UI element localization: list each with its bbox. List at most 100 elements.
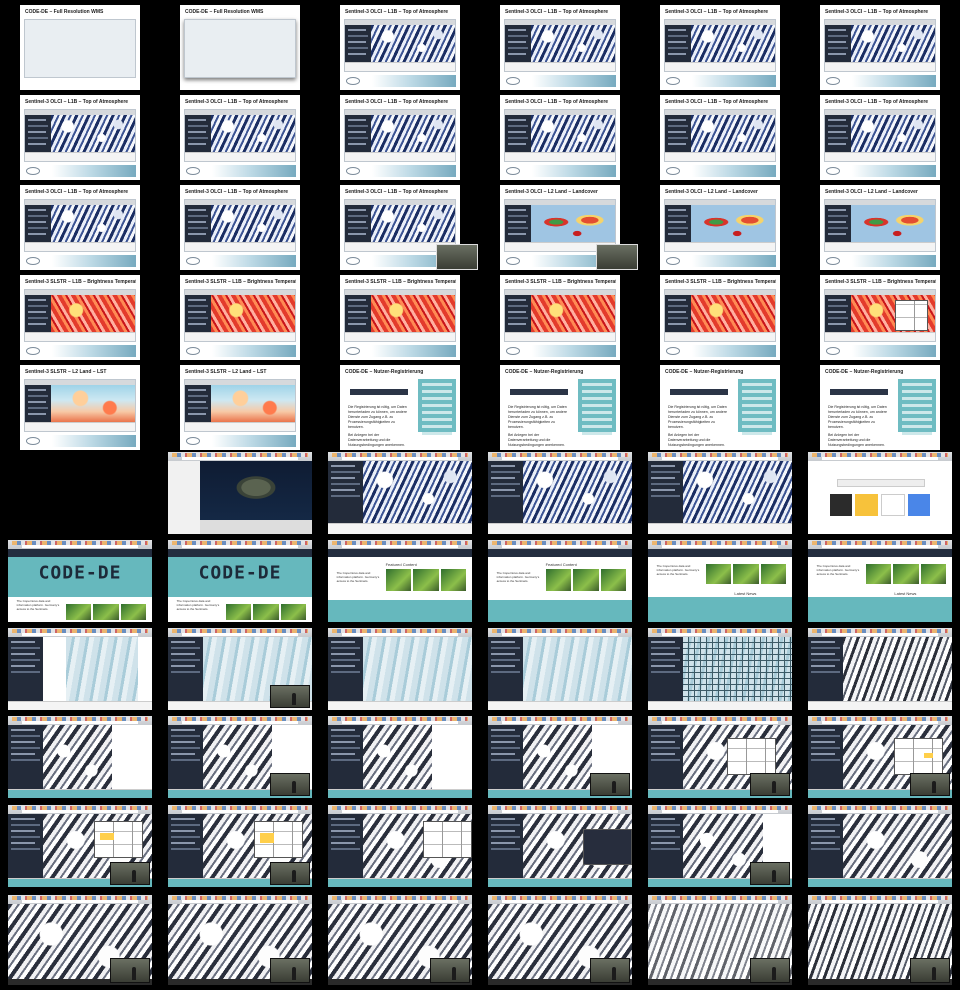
registration-paragraph: Bei Anlegen bei der Datenverarbeitung un… [348, 433, 405, 447]
url-bar[interactable] [822, 810, 938, 813]
featured-thumbnail[interactable] [573, 569, 599, 592]
presenter-video [909, 957, 950, 983]
code-de-logo-icon [506, 167, 520, 175]
url-bar[interactable] [502, 900, 618, 903]
featured-thumbnail[interactable] [280, 603, 307, 620]
featured-thumbnail[interactable] [893, 563, 919, 585]
map-screenshot [184, 19, 296, 78]
url-bar[interactable] [182, 457, 298, 460]
slide-title: Sentinel-3 OLCI – L2 Land – Landcover [505, 189, 598, 195]
featured-thumbnail[interactable] [65, 603, 92, 620]
slide-title: Sentinel-3 OLCI – L1B – Top of Atmospher… [345, 99, 449, 105]
featured-thumbnail[interactable] [705, 563, 732, 585]
url-bar[interactable] [342, 721, 458, 724]
url-bar[interactable] [822, 721, 938, 724]
url-bar[interactable] [342, 545, 458, 548]
product-dialog[interactable] [423, 821, 472, 858]
presenter-video [749, 773, 790, 796]
portal-navbar [488, 549, 632, 557]
slide-title: Sentinel-3 OLCI – L1B – Top of Atmospher… [185, 99, 289, 105]
url-bar[interactable] [822, 900, 938, 903]
url-bar[interactable] [182, 633, 298, 636]
featured-thumbnail[interactable] [253, 603, 279, 620]
slide-13: Sentinel-3 OLCI – L1B – Top of Atmospher… [20, 185, 140, 270]
url-bar[interactable] [502, 810, 618, 813]
url-bar[interactable] [662, 900, 778, 903]
url-bar[interactable] [662, 721, 778, 724]
browser-window [328, 895, 472, 985]
url-bar[interactable] [342, 810, 458, 813]
browser-window [648, 452, 792, 534]
code-de-logo-icon [506, 347, 520, 355]
code-de-logo-icon [666, 167, 680, 175]
url-bar[interactable] [342, 900, 458, 903]
product-dialog[interactable] [894, 738, 944, 775]
url-bar[interactable] [822, 545, 938, 548]
url-bar[interactable] [662, 545, 778, 548]
map-screenshot [664, 199, 776, 252]
slide-24: Sentinel-3 SLSTR – L1B – Brightness Temp… [820, 275, 940, 360]
url-bar[interactable] [342, 457, 458, 460]
slide-title: Sentinel-3 OLCI – L1B – Top of Atmospher… [345, 189, 449, 195]
speed-dial-tile[interactable] [855, 493, 878, 516]
featured-thumbnail[interactable] [733, 563, 759, 585]
featured-thumbnail[interactable] [440, 569, 467, 592]
speed-dial-tile[interactable] [880, 493, 905, 516]
url-bar[interactable] [822, 633, 938, 636]
url-bar[interactable] [182, 545, 298, 548]
featured-thumbnail[interactable] [93, 603, 119, 620]
featured-thumbnail[interactable] [760, 563, 787, 585]
url-bar[interactable] [502, 457, 618, 460]
url-bar[interactable] [502, 633, 618, 636]
featured-thumbnail[interactable] [225, 603, 252, 620]
speed-dial-tile[interactable] [907, 493, 931, 516]
url-bar[interactable] [502, 721, 618, 724]
file-browser-panel[interactable] [168, 461, 201, 534]
url-bar[interactable] [22, 900, 138, 903]
url-bar[interactable] [22, 810, 138, 813]
portal-navbar [168, 549, 312, 557]
search-input[interactable] [836, 479, 926, 488]
featured-thumbnail[interactable] [865, 563, 892, 585]
registration-paragraph: Bei Anlegen bei der Datenverarbeitung un… [508, 433, 565, 447]
browser-window [648, 805, 792, 887]
url-bar[interactable] [342, 633, 458, 636]
code-de-logo-icon [506, 257, 520, 265]
url-bar[interactable] [22, 633, 138, 636]
browser-window [8, 628, 152, 710]
url-bar[interactable] [22, 721, 138, 724]
slide-8: Sentinel-3 OLCI – L1B – Top of Atmospher… [180, 95, 300, 180]
url-bar[interactable] [22, 545, 138, 548]
url-bar[interactable] [662, 457, 778, 460]
featured-thumbnail[interactable] [385, 569, 412, 592]
map-screenshot [344, 19, 456, 72]
featured-thumbnail[interactable] [413, 569, 439, 592]
featured-thumbnail[interactable] [920, 563, 947, 585]
code-de-logo-icon [826, 257, 840, 265]
slide-22: Sentinel-3 SLSTR – L1B – Brightness Temp… [500, 275, 620, 360]
map-screenshot [344, 109, 456, 162]
product-dialog[interactable] [254, 821, 304, 858]
registration-paragraph: Bei Anlegen bei der Datenverarbeitung un… [828, 433, 885, 447]
slide-18: Sentinel-3 OLCI – L2 Land – Landcover [820, 185, 940, 270]
map-screenshot [504, 289, 616, 342]
featured-thumbnail[interactable] [545, 569, 572, 592]
browser-window: The Copernicus data and information plat… [488, 540, 632, 622]
speed-dial-tile[interactable] [829, 493, 853, 516]
featured-thumbnail[interactable] [600, 569, 627, 592]
product-dialog[interactable] [94, 821, 144, 858]
featured-thumbnail[interactable] [120, 603, 147, 620]
url-bar[interactable] [182, 810, 298, 813]
presenter-video [269, 862, 310, 885]
product-dialog[interactable] [727, 738, 777, 775]
code-de-logo-icon [186, 257, 200, 265]
url-bar[interactable] [662, 633, 778, 636]
url-bar[interactable] [502, 545, 618, 548]
url-bar[interactable] [822, 457, 938, 460]
browser-window [328, 452, 472, 534]
url-bar[interactable] [182, 721, 298, 724]
url-bar[interactable] [662, 810, 778, 813]
map-screenshot [184, 289, 296, 342]
url-bar[interactable] [182, 900, 298, 903]
browser-window: The Copernicus data and information plat… [808, 540, 952, 622]
